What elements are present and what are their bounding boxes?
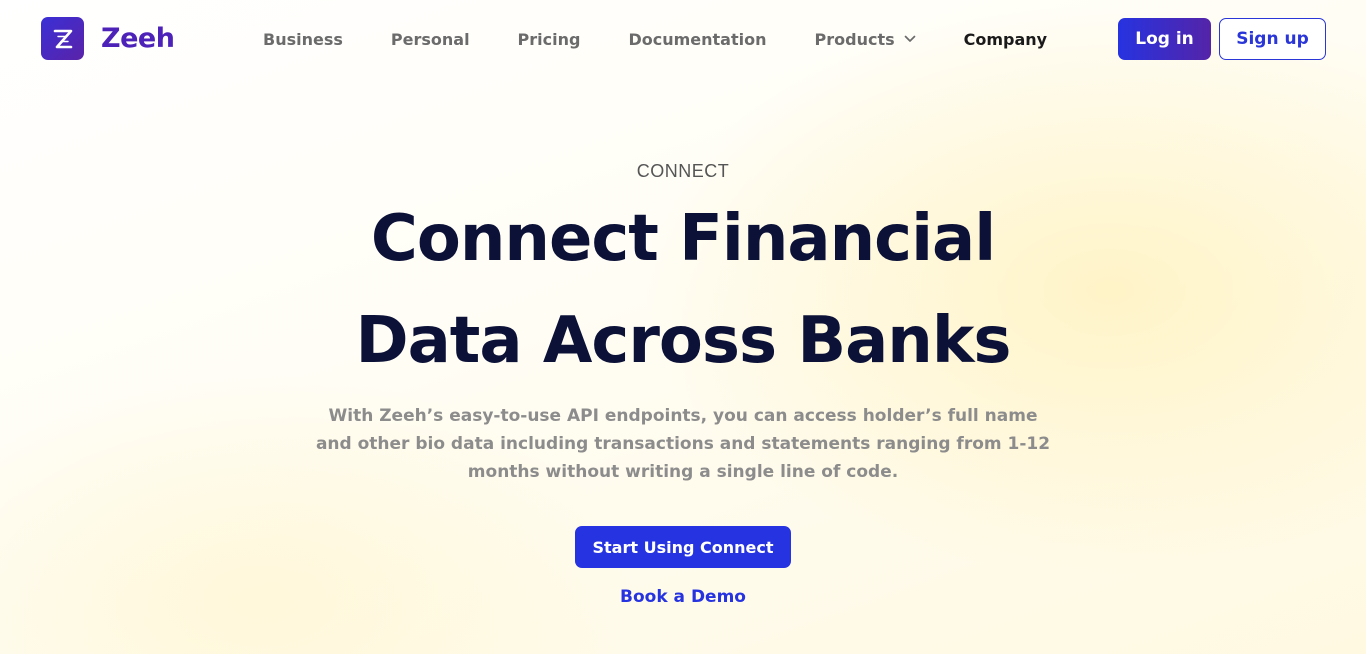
- chevron-down-icon: [904, 35, 916, 43]
- nav-item-documentation[interactable]: Documentation: [628, 30, 766, 49]
- start-using-connect-button[interactable]: Start Using Connect: [575, 526, 791, 568]
- hero-title-line-1: Connect Financial: [370, 202, 996, 276]
- hero-title: Connect Financial Data Across Banks: [0, 188, 1366, 392]
- site-header: Zeeh Business Personal Pricing Documenta…: [0, 0, 1366, 78]
- hero-eyebrow: CONNECT: [636, 161, 730, 181]
- nav-item-pricing[interactable]: Pricing: [518, 30, 581, 49]
- login-button[interactable]: Log in: [1118, 18, 1211, 60]
- book-demo-link[interactable]: Book a Demo: [0, 587, 1366, 607]
- brand-name: Zeeh: [101, 23, 175, 54]
- brand-logo-link[interactable]: Zeeh: [41, 17, 175, 60]
- hero-description: With Zeeh’s easy-to-use API endpoints, y…: [315, 406, 1051, 482]
- nav-item-company[interactable]: Company: [964, 30, 1047, 49]
- zeeh-logo-icon: [41, 17, 84, 60]
- main-nav: Business Personal Pricing Documentation …: [263, 28, 1095, 50]
- nav-item-business[interactable]: Business: [263, 30, 343, 49]
- nav-item-personal[interactable]: Personal: [391, 30, 470, 49]
- hero-title-line-2: Data Across Banks: [355, 304, 1011, 378]
- nav-item-products[interactable]: Products: [815, 30, 916, 49]
- signup-button[interactable]: Sign up: [1219, 18, 1326, 60]
- nav-item-products-label: Products: [814, 29, 895, 49]
